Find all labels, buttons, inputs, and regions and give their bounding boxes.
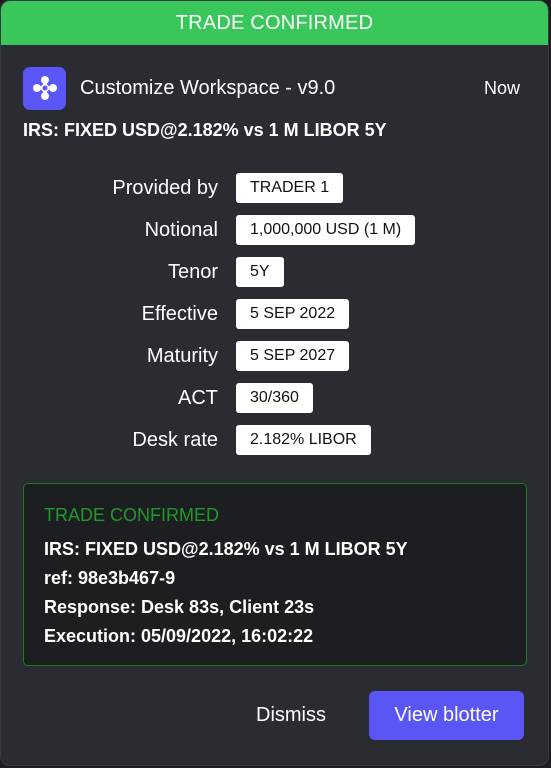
field-row-act: ACT 30/360 (1, 382, 548, 414)
field-row-tenor: Tenor 5Y (1, 256, 548, 288)
field-row-notional: Notional 1,000,000 USD (1 M) (1, 214, 548, 246)
notification-header: Customize Workspace - v9.0 Now (23, 66, 524, 110)
field-value: 30/360 (236, 383, 313, 413)
confirmation-panel: TRADE CONFIRMED IRS: FIXED USD@2.182% vs… (23, 483, 527, 666)
confirmation-line-ref: ref: 98e3b467-9 (44, 568, 176, 588)
field-value: 5 SEP 2027 (236, 341, 350, 371)
dismiss-button[interactable]: Dismiss (256, 704, 326, 727)
trade-title: IRS: FIXED USD@2.182% vs 1 M LIBOR 5Y (23, 120, 387, 140)
trade-details: Provided by TRADER 1 Notional 1,000,000 … (1, 172, 548, 466)
field-value: 2.182% LIBOR (236, 425, 371, 455)
confirmation-line-execution: Execution: 05/09/2022, 16:02:22 (44, 626, 314, 646)
field-label: Desk rate (132, 428, 218, 451)
field-value: 5Y (236, 257, 284, 287)
confirmation-title: TRADE CONFIRMED (44, 505, 219, 525)
field-row-provided-by: Provided by TRADER 1 (1, 172, 548, 204)
field-label: ACT (178, 386, 218, 409)
field-label: Provided by (112, 176, 218, 199)
field-row-maturity: Maturity 5 SEP 2027 (1, 340, 548, 372)
trade-notification-card: TRADE CONFIRMED Customize Workspace - v9… (0, 0, 549, 766)
confirmation-line-response: Response: Desk 83s, Client 23s (44, 597, 315, 617)
field-row-effective: Effective 5 SEP 2022 (1, 298, 548, 330)
field-label: Maturity (146, 344, 218, 367)
status-banner: TRADE CONFIRMED (1, 1, 548, 45)
field-value: 5 SEP 2022 (236, 299, 350, 329)
field-value: 1,000,000 USD (1 M) (236, 215, 416, 245)
field-value: TRADER 1 (236, 173, 344, 203)
field-row-desk-rate: Desk rate 2.182% LIBOR (1, 424, 548, 456)
banner-text: TRADE CONFIRMED (175, 11, 374, 34)
field-label: Effective (141, 302, 218, 325)
app-name: Customize Workspace - v9.0 (80, 76, 336, 99)
notification-time: Now (483, 77, 520, 98)
action-bar: Dismiss View blotter (256, 691, 524, 740)
confirmation-line-trade: IRS: FIXED USD@2.182% vs 1 M LIBOR 5Y (44, 539, 408, 559)
workspace-logo-icon (23, 66, 66, 110)
view-blotter-button[interactable]: View blotter (369, 691, 524, 740)
field-label: Notional (144, 218, 218, 241)
field-label: Tenor (167, 260, 218, 283)
